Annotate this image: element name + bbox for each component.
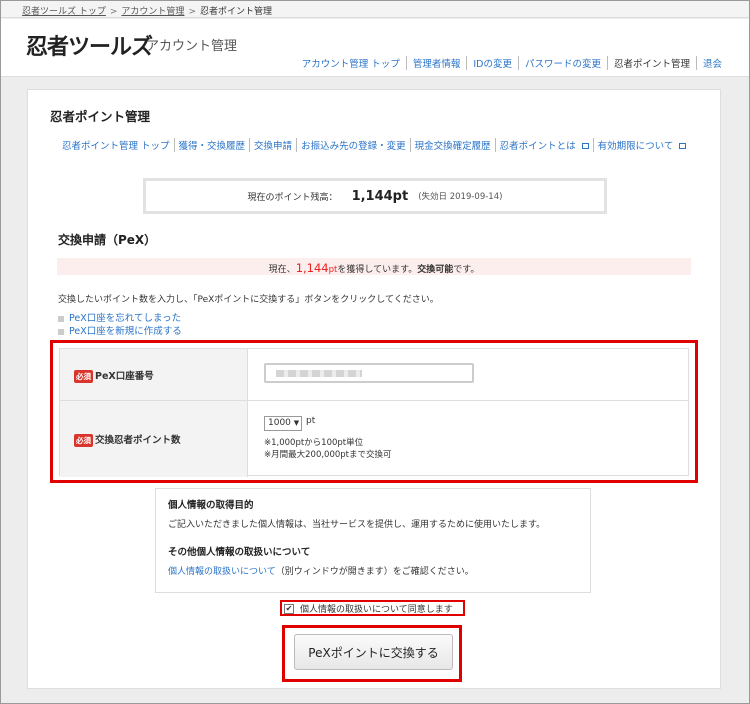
redacted-value — [276, 370, 362, 377]
breadcrumb-link-account[interactable]: アカウント管理 — [121, 7, 184, 17]
required-badge: 必須 — [74, 370, 93, 383]
agree-checkbox[interactable]: ✔ — [284, 603, 294, 614]
subnav-exchange-request[interactable]: 交換申請 — [249, 138, 296, 152]
chevron-down-icon: ▼ — [293, 419, 300, 427]
points-note-2: ※月間最大200,000ptまで交換可 — [264, 449, 392, 460]
privacy-text-purpose: ご記入いただきました個人情報は、当社サービスを提供し、運用するために使用いたしま… — [168, 520, 546, 530]
privacy-text-other: 個人情報の取扱いについて（別ウィンドウが開きます）をご確認ください。 — [168, 564, 474, 577]
exchange-instruction: 交換したいポイント数を入力し、「PeXポイントに交換する」ボタンをクリックしてく… — [58, 295, 439, 305]
bullet-icon — [58, 315, 64, 322]
account-nav: アカウント管理 トップ 管理者情報 IDの変更 パスワードの変更 忍者ポイント管… — [296, 56, 728, 70]
nav-ninja-points: 忍者ポイント管理 — [606, 56, 696, 70]
breadcrumb-current: 忍者ポイント管理 — [199, 7, 272, 17]
exchange-status-banner: 現在、1,144ptを獲得しています。交換可能です。 — [57, 258, 691, 275]
form-row-pex-account: 必須 PeX口座番号 — [60, 349, 688, 401]
subnav-about-points[interactable]: 忍者ポイントとは — [494, 138, 593, 152]
agree-checkbox-row[interactable]: ✔ 個人情報の取扱いについて同意します — [284, 602, 453, 615]
nav-admin-info[interactable]: 管理者情報 — [405, 56, 467, 70]
required-badge: 必須 — [74, 434, 93, 447]
points-subnav: 忍者ポイント管理 トップ 獲得・交換履歴 交換申請 お振込み先の登録・変更 現金… — [62, 138, 690, 152]
points-balance-box: 現在のポイント残高： 1,144pt (失効日 2019-09-14) — [143, 178, 607, 214]
nav-withdraw[interactable]: 退会 — [695, 56, 728, 70]
status-exchangeable: 交換可能 — [417, 265, 454, 275]
link-forgot-pex-label: PeX口座を忘れてしまった — [69, 313, 182, 324]
pex-help-links: PeX口座を忘れてしまった PeX口座を新規に作成する — [58, 312, 182, 338]
subnav-cash-history[interactable]: 現金交換確定履歴 — [409, 138, 495, 152]
exchange-submit-button[interactable]: PeXポイントに交換する — [294, 634, 453, 670]
pex-account-label-text: PeX口座番号 — [95, 371, 154, 382]
exchange-heading: 交換申請（PeX） — [58, 233, 157, 247]
breadcrumb-separator: > — [109, 7, 118, 17]
exchange-form: 必須 PeX口座番号 必須 交換忍者ポイント数 1000 ▼ pt ※1,000pt… — [59, 348, 689, 477]
breadcrumb-link-top[interactable]: 忍者ツールズ トップ — [22, 7, 106, 17]
subnav-expiry-label: 有効期限について — [597, 141, 674, 152]
subnav-points-top[interactable]: 忍者ポイント管理 トップ — [62, 138, 174, 152]
subnav-expiry[interactable]: 有効期限について — [592, 138, 691, 152]
balance-expiry: (失効日 2019-09-14) — [418, 192, 503, 202]
site-logo[interactable]: 忍者ツールズ — [26, 29, 153, 61]
status-prefix: 現在、 — [268, 265, 296, 275]
balance-value: 1,144pt — [351, 188, 409, 204]
form-row-points: 必須 交換忍者ポイント数 1000 ▼ pt ※1,000ptから100pt単位 … — [60, 401, 688, 477]
privacy-text-other-suffix: （別ウィンドウが開きます）をご確認ください。 — [275, 567, 474, 577]
breadcrumb: 忍者ツールズ トップ > アカウント管理 > 忍者ポイント管理 — [0, 0, 750, 18]
nav-password-change[interactable]: パスワードの変更 — [517, 56, 607, 70]
status-points: 1,144 — [295, 261, 329, 275]
points-notes: ※1,000ptから100pt単位 ※月間最大200,000ptまで交換可 — [264, 438, 392, 461]
privacy-heading-other: その他個人情報の取扱いについて — [168, 547, 311, 558]
link-create-pex-label: PeX口座を新規に作成する — [69, 326, 182, 337]
bullet-icon — [58, 328, 64, 335]
points-select[interactable]: 1000 ▼ — [264, 416, 302, 431]
balance-label: 現在のポイント残高： — [247, 192, 338, 203]
subnav-about-points-label: 忍者ポイントとは — [499, 141, 576, 152]
points-label-text: 交換忍者ポイント数 — [95, 435, 181, 446]
form-label-cell: 必須 交換忍者ポイント数 — [60, 401, 248, 477]
points-note-1: ※1,000ptから100pt単位 — [264, 438, 364, 448]
subnav-transfer-account[interactable]: お振込み先の登録・変更 — [296, 138, 410, 152]
agree-label: 個人情報の取扱いについて同意します — [300, 605, 453, 615]
external-window-icon — [679, 143, 687, 149]
breadcrumb-separator: > — [188, 7, 196, 17]
privacy-heading-purpose: 個人情報の取得目的 — [168, 500, 254, 511]
link-forgot-pex[interactable]: PeX口座を忘れてしまった — [58, 312, 182, 325]
status-suffix: です。 — [453, 265, 480, 275]
privacy-policy-link[interactable]: 個人情報の取扱いについて — [168, 567, 276, 577]
page-title: 忍者ポイント管理 — [50, 109, 151, 124]
privacy-box: 個人情報の取得目的 ご記入いただきました個人情報は、当社サービスを提供し、運用す… — [155, 488, 591, 593]
subnav-history[interactable]: 獲得・交換履歴 — [173, 138, 250, 152]
site-header: 忍者ツールズ アカウント管理 アカウント管理 トップ 管理者情報 IDの変更 パ… — [0, 19, 750, 77]
nav-id-change[interactable]: IDの変更 — [466, 56, 518, 70]
points-select-value: 1000 — [268, 418, 291, 428]
link-create-pex[interactable]: PeX口座を新規に作成する — [58, 325, 182, 338]
external-window-icon — [581, 143, 589, 149]
points-label: 必須 交換忍者ポイント数 — [74, 432, 181, 447]
pex-account-label: 必須 PeX口座番号 — [74, 368, 154, 383]
nav-account-top[interactable]: アカウント管理 トップ — [296, 56, 406, 70]
header-subtitle: アカウント管理 — [146, 39, 238, 54]
status-mid: を獲得しています。 — [337, 265, 418, 275]
form-label-cell: 必須 PeX口座番号 — [60, 349, 248, 400]
points-unit: pt — [306, 416, 316, 426]
pex-account-input[interactable] — [264, 363, 474, 383]
